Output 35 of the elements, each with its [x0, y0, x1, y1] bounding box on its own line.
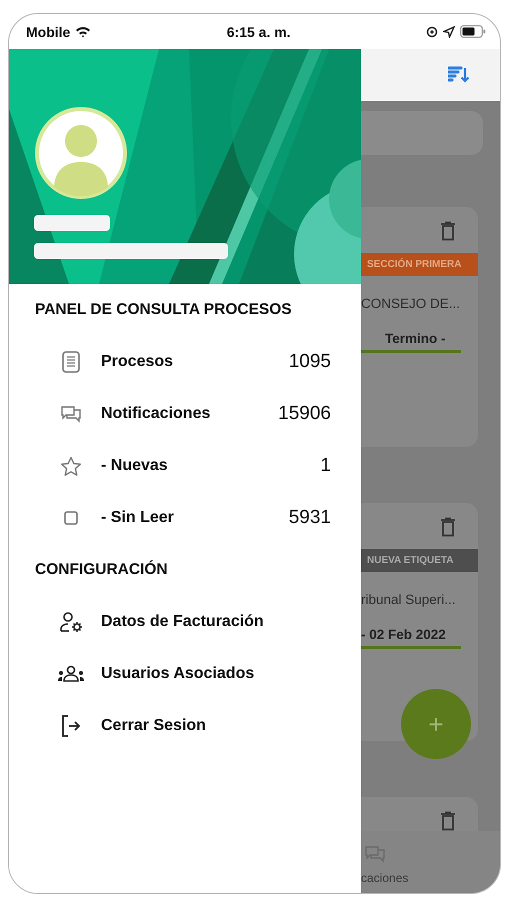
tag: SECCIÓN PRIMERA: [361, 253, 478, 276]
trash-icon[interactable]: [440, 517, 456, 537]
orientation-lock-icon: [426, 26, 438, 38]
location-icon: [442, 26, 455, 38]
battery-icon: [460, 25, 486, 38]
section-title: CONFIGURACIÓN: [34, 559, 169, 580]
menu-item[interactable]: Cerrar Sesion: [9, 700, 361, 752]
chat-icon: [363, 845, 387, 863]
date-label: Termino -: [361, 331, 461, 353]
court-name: CONSEJO DE...: [361, 296, 462, 311]
menu-item[interactable]: Procesos 1095: [9, 336, 361, 388]
date-label: - 02 Feb 2022: [361, 627, 461, 649]
section-title: PANEL DE CONSULTA PROCESOS: [34, 300, 293, 320]
document-icon: [62, 351, 80, 373]
menu-item[interactable]: Datos de Facturación: [9, 596, 361, 648]
search-field[interactable]: [361, 111, 483, 155]
users-icon: [57, 665, 85, 683]
logout-icon: [60, 714, 82, 738]
court-name: ribunal Superi...: [361, 592, 457, 607]
star-icon: [60, 456, 82, 476]
wifi-icon: [75, 26, 92, 38]
clock-time: 6:15 a. m.: [226, 24, 291, 40]
carrier-label: Mobile: [26, 24, 70, 40]
menu-item[interactable]: - Sin Leer 5931: [9, 492, 361, 544]
user-gear-icon: [58, 611, 84, 633]
square-icon: [64, 511, 78, 525]
menu-item[interactable]: - Nuevas 1: [9, 440, 361, 492]
menu-item[interactable]: Notificaciones 15906: [9, 388, 361, 440]
trash-icon[interactable]: [440, 221, 456, 241]
sort-icon[interactable]: [448, 66, 470, 84]
tag: NUEVA ETIQUETA: [361, 549, 478, 572]
trash-icon[interactable]: [440, 811, 456, 831]
chat-icon: [60, 405, 82, 423]
avatar-icon: [35, 107, 127, 199]
menu-item[interactable]: Usuarios Asociados: [9, 648, 361, 700]
